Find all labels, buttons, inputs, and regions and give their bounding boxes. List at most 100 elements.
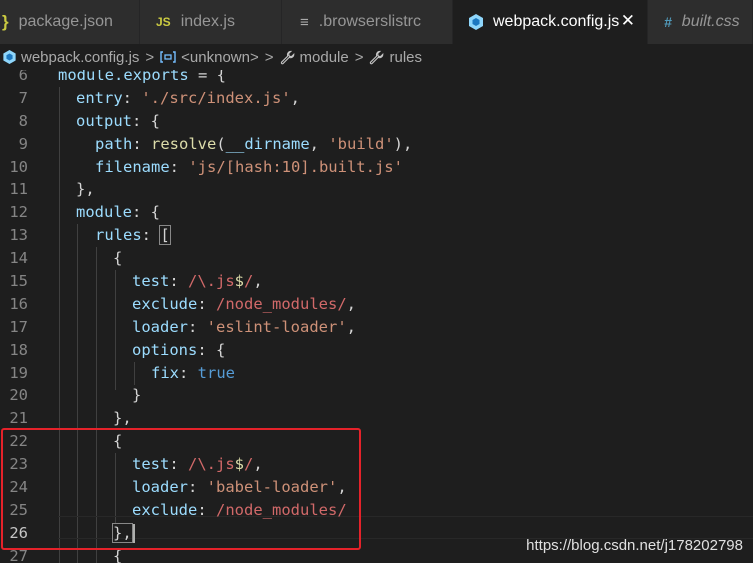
token: } xyxy=(132,386,142,405)
code-line: 17 loader: 'eslint-loader', xyxy=(0,316,753,339)
token: : xyxy=(132,134,151,153)
text-file-icon: ≡ xyxy=(300,13,309,31)
tab-browserslistrc[interactable]: ≡ .browserslistrc xyxy=(282,0,453,44)
tab-label: webpack.config.js xyxy=(493,13,620,30)
token: { xyxy=(113,546,123,563)
code-line: 15 test: /\.js$/, xyxy=(0,270,753,293)
token: : xyxy=(169,272,188,291)
breadcrumb-file[interactable]: webpack.config.js xyxy=(3,49,139,66)
json-braces-icon: } xyxy=(2,12,9,31)
token: }, xyxy=(113,409,132,428)
code-line: 18 options: { xyxy=(0,339,753,362)
token: filename xyxy=(95,157,170,176)
code-line: 6 module.exports = { xyxy=(0,70,753,87)
breadcrumb-rules[interactable]: rules xyxy=(369,49,422,66)
line-number: 23 xyxy=(9,455,28,474)
code-line: 14 { xyxy=(0,247,753,270)
matched-bracket: [ xyxy=(159,225,171,246)
js-file-icon: JS xyxy=(156,15,171,29)
token: /\.js xyxy=(188,455,235,474)
breadcrumb-symbol-label: <unknown> xyxy=(181,48,259,66)
token: $ xyxy=(234,272,245,291)
token: : xyxy=(197,500,216,519)
tab-package-json[interactable]: } package.json xyxy=(0,0,140,44)
token: test xyxy=(132,455,170,474)
token: / xyxy=(244,272,254,291)
chevron-right-icon: > xyxy=(264,48,274,66)
token: exclude xyxy=(132,500,198,519)
token: true xyxy=(197,363,235,382)
code-line: 11}, xyxy=(0,178,753,201)
token: , xyxy=(337,478,347,497)
code-line: 12 module: { xyxy=(0,201,753,224)
line-number: 8 xyxy=(18,111,28,130)
code-line: 10 filename: 'js/[hash:10].built.js' xyxy=(0,156,753,179)
css-hash-icon: # xyxy=(664,14,672,30)
line-number: 10 xyxy=(9,157,28,176)
wrench-icon xyxy=(369,50,384,65)
token: : xyxy=(169,455,188,474)
token: options xyxy=(132,340,198,359)
token: loader xyxy=(132,478,188,497)
breadcrumb-symbol[interactable]: <unknown> xyxy=(160,49,259,66)
token: 'js/[hash:10].built.js' xyxy=(188,157,403,176)
line-number: 27 xyxy=(9,546,28,563)
token: : xyxy=(179,363,198,382)
line-number: 26 xyxy=(9,523,28,542)
code-line: 16 exclude: /node_modules/, xyxy=(0,293,753,316)
webpack-icon xyxy=(469,14,483,30)
line-number: 7 xyxy=(18,88,28,107)
token: path xyxy=(95,134,133,153)
line-number: 11 xyxy=(9,180,28,199)
token: /\.js xyxy=(188,272,235,291)
token: __dirname xyxy=(225,134,310,153)
line-number: 25 xyxy=(9,500,28,519)
token: loader xyxy=(132,317,188,336)
token: /node_modules/ xyxy=(216,294,347,313)
token: : xyxy=(122,88,142,107)
line-number: 14 xyxy=(9,249,28,268)
token: rules xyxy=(95,226,142,245)
line-number: 24 xyxy=(9,478,28,497)
code-line: 9 path: resolve(__dirname, 'build'), xyxy=(0,133,753,156)
breadcrumb-module[interactable]: module xyxy=(280,49,349,66)
code-line: 22 { xyxy=(0,430,753,453)
token: : { xyxy=(132,111,160,130)
code-lines: 6 module.exports = { 7 entry: './src/index… xyxy=(0,70,753,563)
code-line: 23 test: /\.js$/, xyxy=(0,453,753,476)
token: output xyxy=(76,111,132,130)
tab-label: built.css xyxy=(681,13,740,30)
line-number: 15 xyxy=(9,272,28,291)
tab-label: package.json xyxy=(18,13,113,30)
token: }, xyxy=(76,180,95,199)
code-line: 21}, xyxy=(0,407,753,430)
webpack-icon xyxy=(3,50,16,64)
token: / xyxy=(244,455,254,474)
code-line: 19 fix: true xyxy=(0,362,753,385)
tab-index-js[interactable]: JS index.js xyxy=(140,0,282,44)
token: fix xyxy=(151,363,179,382)
token: : { xyxy=(132,203,160,222)
token: : { xyxy=(197,340,226,359)
code-line: 13 rules: [ xyxy=(0,224,753,247)
token: test xyxy=(132,272,170,291)
token: , xyxy=(346,294,356,313)
token: : xyxy=(188,478,207,497)
tab-webpack-config-js[interactable]: webpack.config.js ✕ xyxy=(453,0,648,44)
token: , xyxy=(309,134,329,153)
code-line: 24 loader: 'babel-loader', xyxy=(0,476,753,499)
code-line: 25 exclude: /node_modules/ xyxy=(0,499,753,522)
token: 'eslint-loader' xyxy=(206,317,347,336)
code-editor[interactable]: 6 module.exports = { 7 entry: './src/index… xyxy=(0,70,753,563)
line-number: 17 xyxy=(9,317,28,336)
line-number: 18 xyxy=(9,340,28,359)
breadcrumb-module-label: module xyxy=(299,48,349,66)
token: = { xyxy=(188,70,226,84)
token: { xyxy=(113,432,123,451)
code-line: 8 output: { xyxy=(0,110,753,133)
tab-built-css[interactable]: # built.css xyxy=(648,0,753,44)
line-number: 19 xyxy=(9,363,28,382)
close-tab-icon[interactable]: ✕ xyxy=(621,12,635,30)
token: : xyxy=(197,294,216,313)
token: { xyxy=(113,249,123,268)
